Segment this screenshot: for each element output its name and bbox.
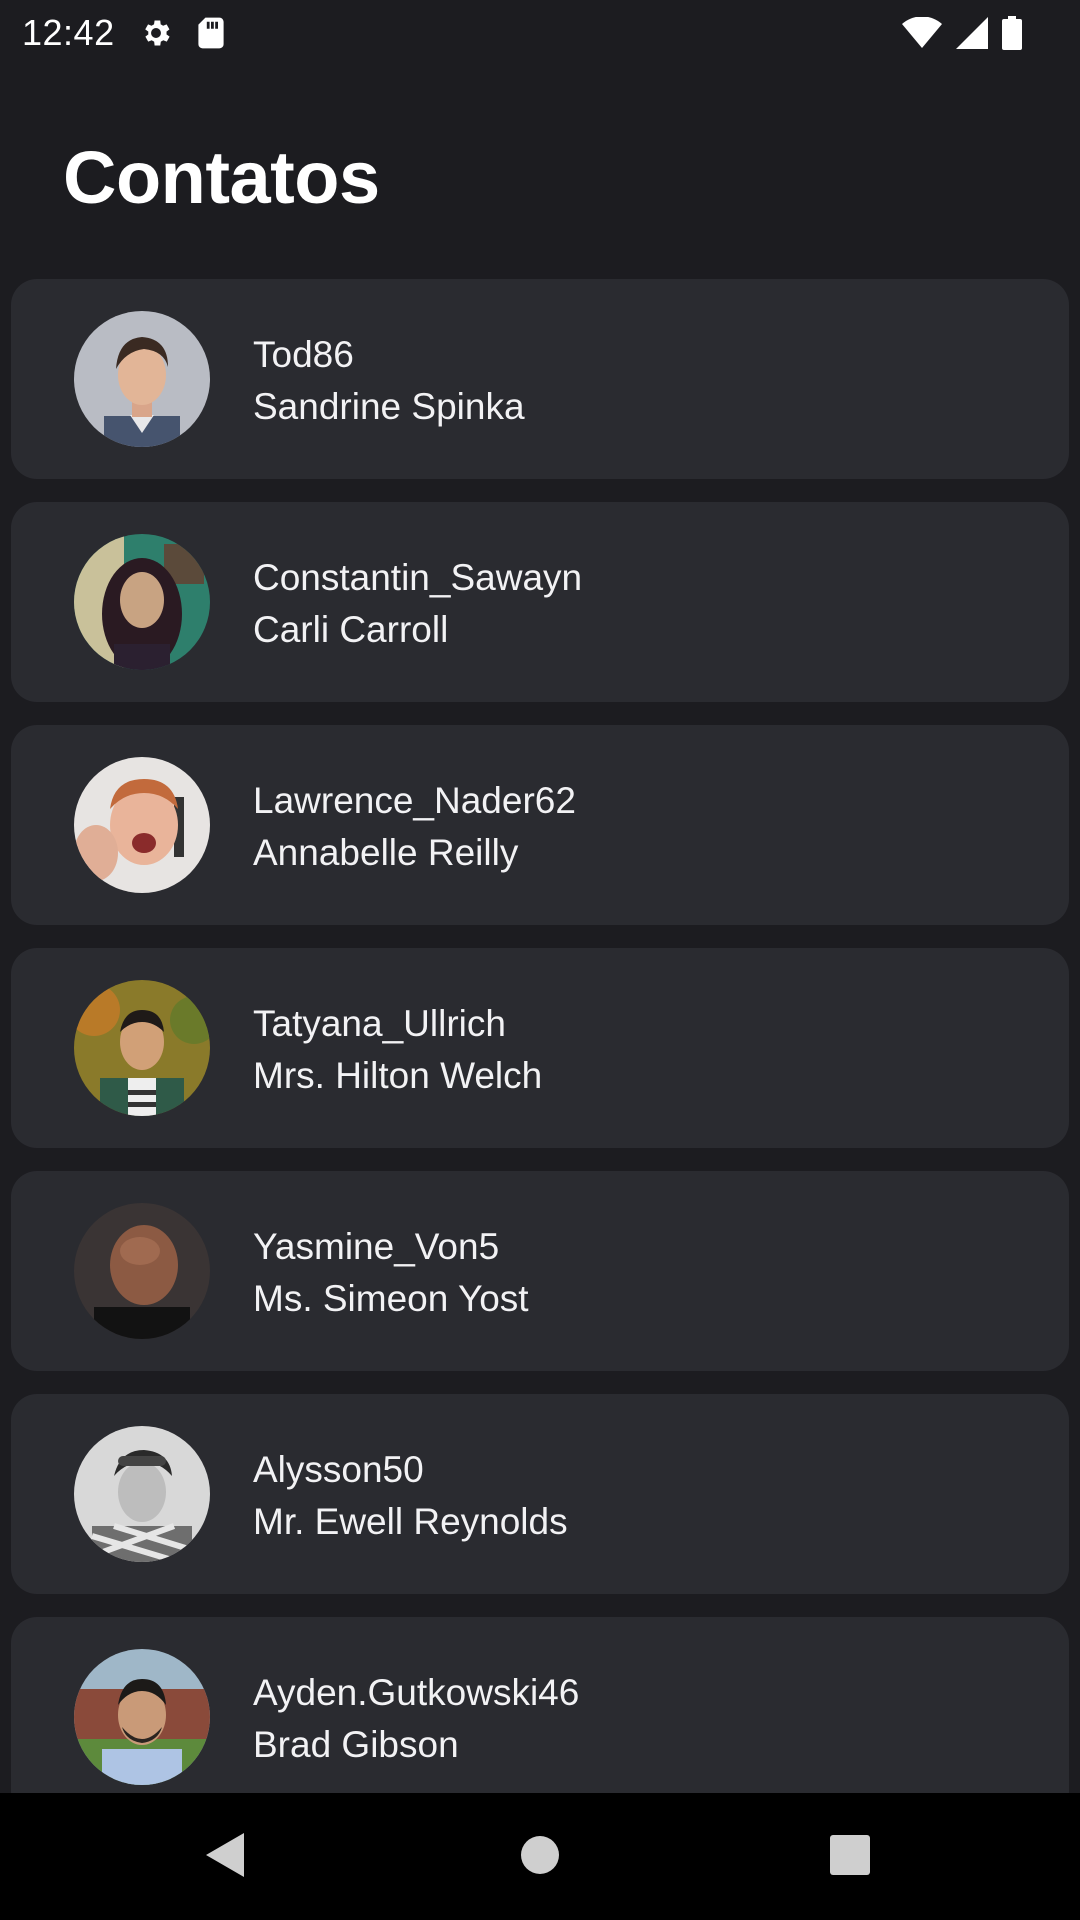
contact-name: Ms. Simeon Yost	[253, 1278, 529, 1319]
contact-username: Yasmine_Von5	[253, 1226, 500, 1267]
contact-username: Constantin_Sawayn	[253, 557, 583, 598]
contact-card[interactable]: Tatyana_Ullrich Mrs. Hilton Welch	[11, 948, 1069, 1148]
contact-username: Ayden.Gutkowski46	[253, 1672, 580, 1713]
navigation-bar	[0, 1793, 1080, 1920]
contact-username: Lawrence_Nader62	[253, 780, 576, 821]
contact-username: Alysson50	[253, 1449, 424, 1490]
home-icon[interactable]	[510, 1825, 570, 1885]
contact-text: Tatyana_Ullrich Mrs. Hilton Welch	[253, 1004, 542, 1096]
status-left: 12:42	[22, 12, 225, 54]
status-right	[902, 16, 1058, 50]
contact-name: Sandrine Spinka	[253, 386, 525, 427]
contact-list[interactable]: Tod86 Sandrine Spinka Constantin_Sawayn …	[11, 279, 1069, 1793]
contact-name: Annabelle Reilly	[253, 832, 519, 873]
status-bar: 12:42	[0, 0, 1080, 66]
avatar	[74, 980, 210, 1116]
contact-card[interactable]: Alysson50 Mr. Ewell Reynolds	[11, 1394, 1069, 1594]
contact-text: Constantin_Sawayn Carli Carroll	[253, 558, 582, 650]
contact-card[interactable]: Constantin_Sawayn Carli Carroll	[11, 502, 1069, 702]
sd-card-icon	[197, 16, 225, 50]
contact-name: Mrs. Hilton Welch	[253, 1055, 543, 1096]
recents-icon[interactable]	[820, 1825, 880, 1885]
contact-name: Carli Carroll	[253, 609, 449, 650]
contact-card[interactable]: Lawrence_Nader62 Annabelle Reilly	[11, 725, 1069, 925]
avatar	[74, 311, 210, 447]
avatar	[74, 1426, 210, 1562]
contact-text: Ayden.Gutkowski46 Brad Gibson	[253, 1673, 579, 1765]
contacts-screen: 12:42 Contatos Tod86 Sandrine Spinka Con…	[0, 0, 1080, 1920]
contact-card[interactable]: Ayden.Gutkowski46 Brad Gibson	[11, 1617, 1069, 1793]
avatar	[74, 1649, 210, 1785]
status-time: 12:42	[22, 12, 115, 53]
contact-text: Alysson50 Mr. Ewell Reynolds	[253, 1450, 568, 1542]
battery-icon	[1002, 16, 1022, 50]
avatar	[74, 757, 210, 893]
contact-text: Lawrence_Nader62 Annabelle Reilly	[253, 781, 576, 873]
contact-username: Tatyana_Ullrich	[253, 1003, 506, 1044]
contact-name: Mr. Ewell Reynolds	[253, 1501, 568, 1542]
cell-signal-icon	[956, 17, 988, 49]
avatar	[74, 1203, 210, 1339]
contact-text: Yasmine_Von5 Ms. Simeon Yost	[253, 1227, 529, 1319]
contact-name: Brad Gibson	[253, 1724, 459, 1765]
avatar	[74, 534, 210, 670]
back-icon[interactable]	[196, 1825, 256, 1885]
contact-card[interactable]: Tod86 Sandrine Spinka	[11, 279, 1069, 479]
wifi-icon	[902, 17, 942, 49]
contact-username: Tod86	[253, 334, 354, 375]
page-title: Contatos	[63, 136, 380, 219]
contact-text: Tod86 Sandrine Spinka	[253, 335, 525, 427]
gear-icon	[139, 16, 173, 50]
contact-card[interactable]: Yasmine_Von5 Ms. Simeon Yost	[11, 1171, 1069, 1371]
